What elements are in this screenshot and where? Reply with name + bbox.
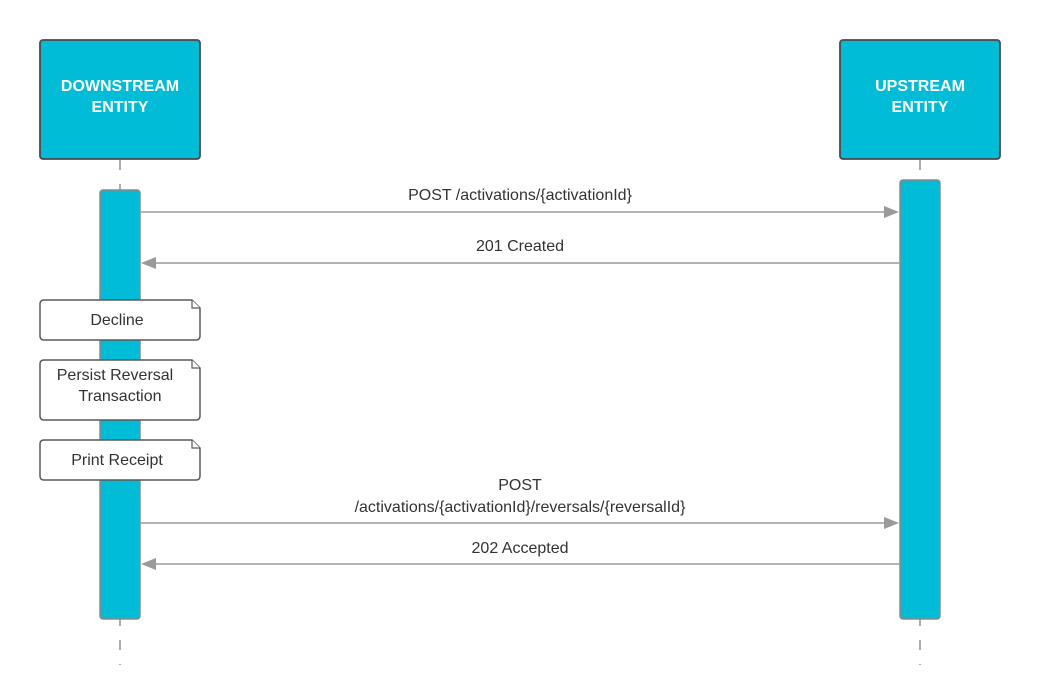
downstream-actor: DOWNSTREAM ENTITY [39, 39, 201, 160]
arrow-head-left-icon [141, 257, 156, 269]
note-persist-reversal-transaction: Persist Reversal Transaction [39, 359, 201, 421]
note-text-line2: Transaction [79, 388, 162, 405]
message-label: 201 Created [476, 238, 564, 255]
message-201-created: 201 Created [141, 238, 899, 269]
sequence-diagram: DOWNSTREAM ENTITY UPSTREAM ENTITY POST /… [39, 39, 1001, 665]
downstream-actor-label-line1: DOWNSTREAM [61, 78, 179, 95]
message-post-activation: POST /activations/{activationId} [141, 187, 899, 218]
upstream-actor-label-line1: UPSTREAM [875, 78, 965, 95]
arrow-head-left-icon [141, 558, 156, 570]
note-text: Print Receipt [71, 452, 163, 469]
message-label-line2: /activations/{activationId}/reversals/{r… [355, 499, 687, 516]
message-label-line1: POST [498, 477, 542, 494]
arrow-head-right-icon [884, 206, 899, 218]
upstream-actor-label-line2: ENTITY [892, 99, 949, 116]
downstream-actor-label-line2: ENTITY [92, 99, 149, 116]
upstream-actor: UPSTREAM ENTITY [839, 39, 1001, 160]
message-label: 202 Accepted [472, 540, 569, 557]
message-post-reversal: POST /activations/{activationId}/reversa… [141, 477, 899, 529]
note-text: Decline [90, 312, 143, 329]
message-202-accepted: 202 Accepted [141, 540, 899, 570]
note-text-line1: Persist Reversal [57, 367, 173, 384]
note-print-receipt: Print Receipt [39, 439, 201, 481]
message-label: POST /activations/{activationId} [408, 187, 632, 204]
arrow-head-right-icon [884, 517, 899, 529]
note-decline: Decline [39, 299, 201, 341]
upstream-activation-bar [899, 179, 941, 620]
